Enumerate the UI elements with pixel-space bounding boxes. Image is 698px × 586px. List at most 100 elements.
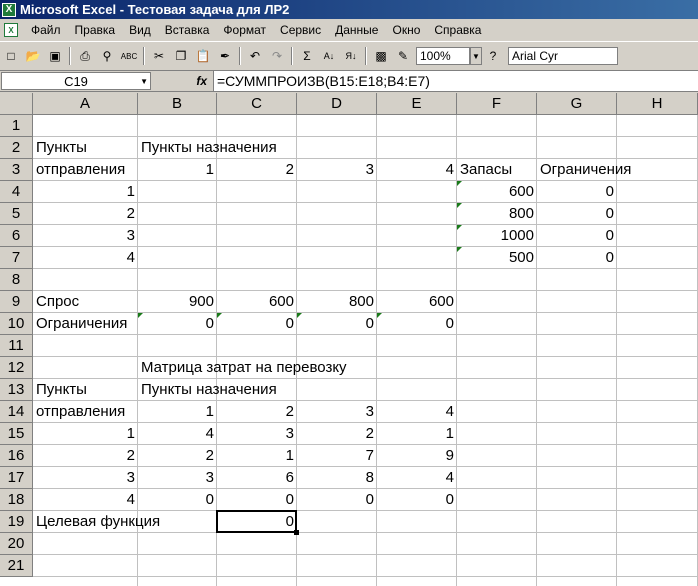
cell-c3[interactable]: 2 [217, 159, 297, 180]
cell-d9[interactable]: 800 [297, 291, 377, 312]
cell-e16[interactable]: 9 [377, 445, 457, 466]
cell-b12[interactable]: Матрица затрат на перевозку [138, 357, 347, 378]
cell-a17[interactable]: 3 [33, 467, 138, 488]
cell-c14[interactable]: 2 [217, 401, 297, 422]
column-header-g[interactable]: G [537, 93, 617, 115]
save-icon[interactable]: ▣ [45, 46, 65, 66]
row-header-19[interactable]: 19 [0, 511, 33, 533]
cell-b3[interactable]: 1 [138, 159, 217, 180]
cell-d14[interactable]: 3 [297, 401, 377, 422]
cell-a7[interactable]: 4 [33, 247, 138, 268]
cell-f5[interactable]: 800 [457, 203, 537, 224]
format-painter-icon[interactable]: ✒ [215, 46, 235, 66]
cell-a5[interactable]: 2 [33, 203, 138, 224]
cell-g6[interactable]: 0 [537, 225, 617, 246]
cell-a2[interactable]: Пункты [33, 137, 138, 158]
column-header-d[interactable]: D [297, 93, 377, 115]
cell-d17[interactable]: 8 [297, 467, 377, 488]
row-header-12[interactable]: 12 [0, 357, 33, 379]
cell-a6[interactable]: 3 [33, 225, 138, 246]
undo-icon[interactable]: ↶ [245, 46, 265, 66]
column-header-a[interactable]: A [33, 93, 138, 115]
row-header-20[interactable]: 20 [0, 533, 33, 555]
cell-e18[interactable]: 0 [377, 489, 457, 510]
cell-e3[interactable]: 4 [377, 159, 457, 180]
cell-c16[interactable]: 1 [217, 445, 297, 466]
cell-b2[interactable]: Пункты назначения [138, 137, 277, 158]
cell-b16[interactable]: 2 [138, 445, 217, 466]
cell-c15[interactable]: 3 [217, 423, 297, 444]
cell-g3[interactable]: Ограничения [537, 159, 631, 180]
menu-insert[interactable]: Вставка [158, 23, 217, 37]
row-header-2[interactable]: 2 [0, 137, 33, 159]
cell-a4[interactable]: 1 [33, 181, 138, 202]
row-header-15[interactable]: 15 [0, 423, 33, 445]
open-folder-icon[interactable]: 📂 [23, 46, 43, 66]
row-header-14[interactable]: 14 [0, 401, 33, 423]
worksheet-grid[interactable]: A B C D E F G H 1 2 3 4 5 6 7 8 9 10 11 12 13 14 15 16 17 18 19 20 2… [0, 93, 698, 586]
row-header-7[interactable]: 7 [0, 247, 33, 269]
column-header-c[interactable]: C [217, 93, 297, 115]
menu-file[interactable]: Файл [24, 23, 68, 37]
row-header-6[interactable]: 6 [0, 225, 33, 247]
cell-b13[interactable]: Пункты назначения [138, 379, 277, 400]
cell-a9[interactable]: Спрос [33, 291, 138, 312]
paste-icon[interactable]: 📋 [193, 46, 213, 66]
row-header-8[interactable]: 8 [0, 269, 33, 291]
cell-c9[interactable]: 600 [217, 291, 297, 312]
cell-b14[interactable]: 1 [138, 401, 217, 422]
chart-wizard-icon[interactable]: ▩ [371, 46, 391, 66]
row-header-16[interactable]: 16 [0, 445, 33, 467]
cell-b17[interactable]: 3 [138, 467, 217, 488]
menu-view[interactable]: Вид [122, 23, 158, 37]
cell-g5[interactable]: 0 [537, 203, 617, 224]
name-box-dropdown-icon[interactable]: ▼ [140, 77, 148, 86]
cell-e17[interactable]: 4 [377, 467, 457, 488]
cell-d16[interactable]: 7 [297, 445, 377, 466]
print-icon[interactable]: ⎙ [75, 46, 95, 66]
cell-f6[interactable]: 1000 [457, 225, 537, 246]
cell-b9[interactable]: 900 [138, 291, 217, 312]
cell-a15[interactable]: 1 [33, 423, 138, 444]
cell-a14[interactable]: отправления [33, 401, 138, 422]
cell-b10[interactable]: 0 [138, 313, 217, 334]
fill-handle[interactable] [294, 530, 299, 535]
row-header-4[interactable]: 4 [0, 181, 33, 203]
function-icon[interactable]: fx [151, 74, 213, 88]
row-header-18[interactable]: 18 [0, 489, 33, 511]
row-header-21[interactable]: 21 [0, 555, 33, 577]
cell-c18[interactable]: 0 [217, 489, 297, 510]
cell-d3[interactable]: 3 [297, 159, 377, 180]
cell-a13[interactable]: Пункты [33, 379, 138, 400]
cut-icon[interactable]: ✂ [149, 46, 169, 66]
zoom-dropdown-icon[interactable]: ▼ [470, 47, 482, 65]
row-header-10[interactable]: 10 [0, 313, 33, 335]
copy-icon[interactable]: ❐ [171, 46, 191, 66]
row-header-5[interactable]: 5 [0, 203, 33, 225]
menu-format[interactable]: Формат [216, 23, 273, 37]
cell-e14[interactable]: 4 [377, 401, 457, 422]
formula-input[interactable]: =СУММПРОИЗВ(B15:E18;B4:E7) [213, 71, 698, 91]
spelling-icon[interactable]: ABC [119, 46, 139, 66]
autosum-icon[interactable]: Σ [297, 46, 317, 66]
menu-window[interactable]: Окно [385, 23, 427, 37]
cell-d15[interactable]: 2 [297, 423, 377, 444]
cell-d10[interactable]: 0 [297, 313, 377, 334]
cell-a19[interactable]: Целевая функция [33, 511, 160, 532]
column-header-f[interactable]: F [457, 93, 537, 115]
redo-icon[interactable]: ↷ [267, 46, 287, 66]
help-icon[interactable]: ? [483, 46, 503, 66]
new-document-icon[interactable]: □ [1, 46, 21, 66]
menu-edit[interactable]: Правка [68, 23, 123, 37]
sort-descending-icon[interactable]: Я↓ [341, 46, 361, 66]
drawing-icon[interactable]: ✎ [393, 46, 413, 66]
cell-e9[interactable]: 600 [377, 291, 457, 312]
column-header-e[interactable]: E [377, 93, 457, 115]
cell-d18[interactable]: 0 [297, 489, 377, 510]
cell-a18[interactable]: 4 [33, 489, 138, 510]
cell-e10[interactable]: 0 [377, 313, 457, 334]
cell-c17[interactable]: 6 [217, 467, 297, 488]
row-header-11[interactable]: 11 [0, 335, 33, 357]
cell-b18[interactable]: 0 [138, 489, 217, 510]
cell-f3[interactable]: Запасы [457, 159, 537, 180]
